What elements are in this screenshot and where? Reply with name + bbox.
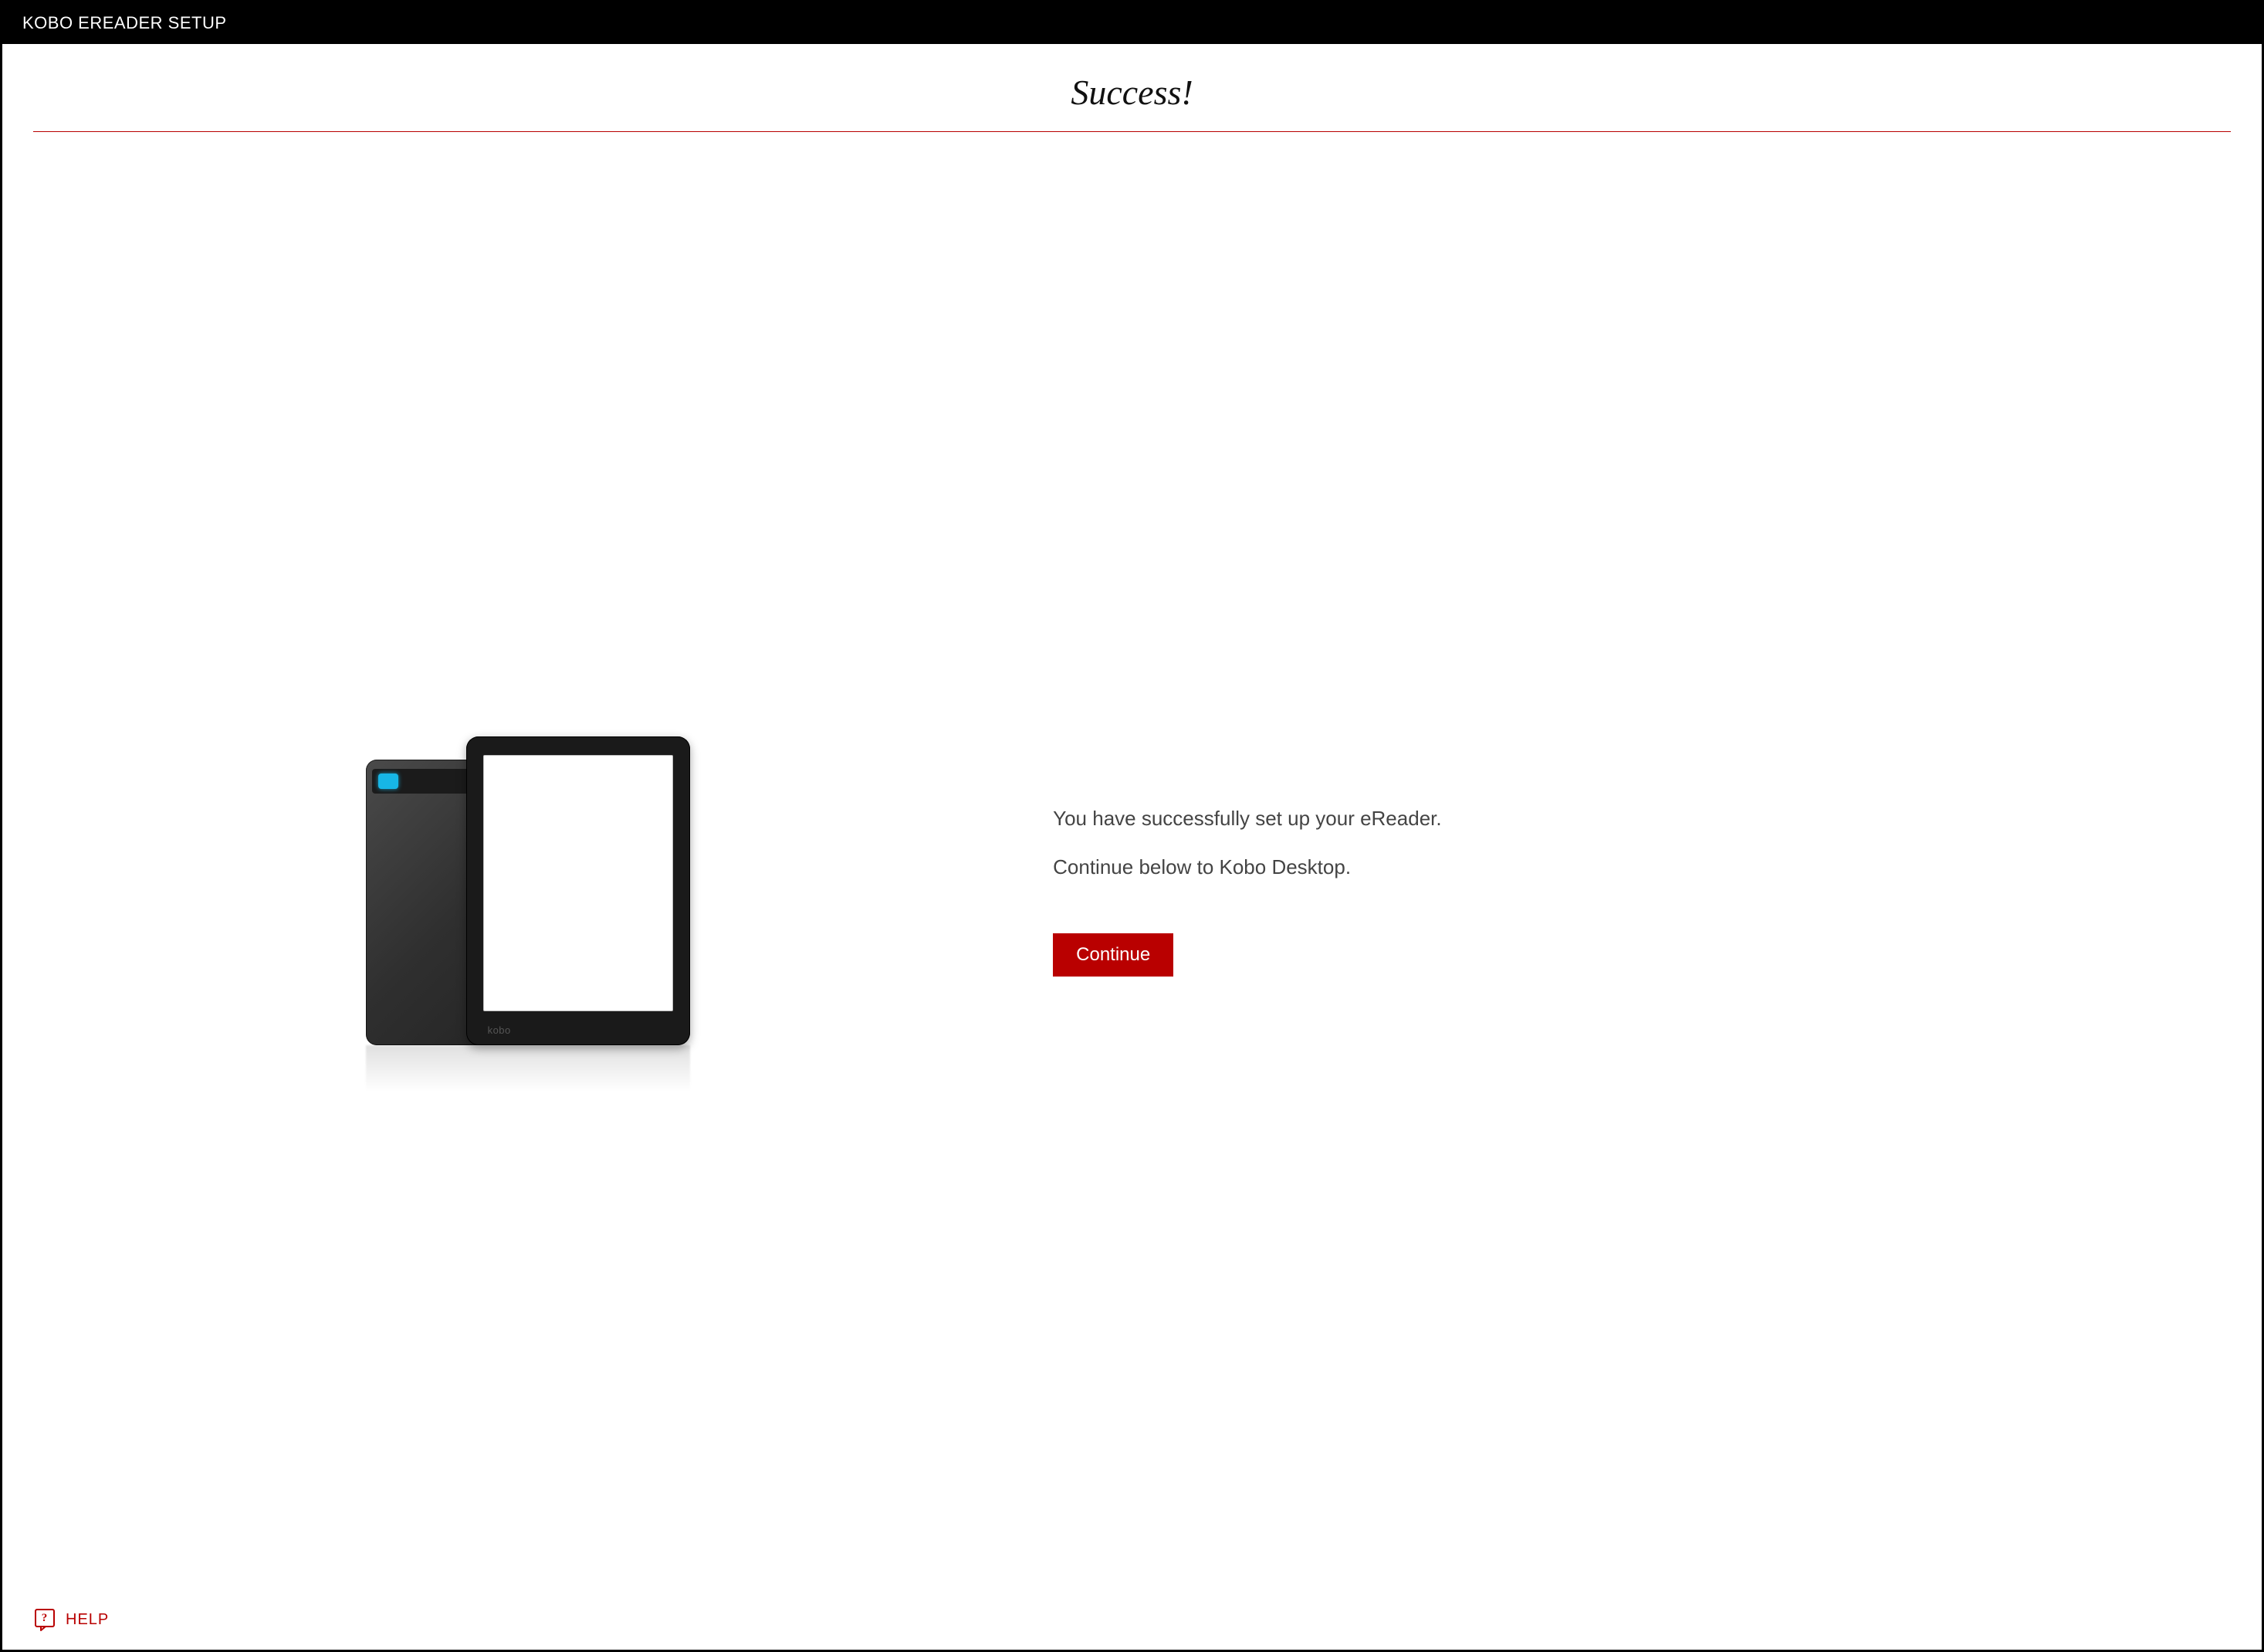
success-message-line1: You have successfully set up your eReade… <box>1053 805 2215 832</box>
ereader-front: kobo <box>466 736 690 1045</box>
help-link[interactable]: ? HELP <box>33 1608 109 1631</box>
titlebar-title: KOBO EREADER SETUP <box>22 13 227 32</box>
success-message-line2: Continue below to Kobo Desktop. <box>1053 854 2215 881</box>
ereader-illustration: kobo <box>366 736 690 1076</box>
columns: kobo You have successfully set up your e… <box>33 163 2231 1619</box>
content-area: Success! kobo You have successfull <box>2 44 2262 1650</box>
svg-text:?: ? <box>42 1612 49 1624</box>
page-title: Success! <box>33 72 2231 113</box>
reflection <box>366 1045 690 1092</box>
app-window: KOBO EREADER SETUP Success! kobo <box>0 0 2264 1652</box>
message-column: You have successfully set up your eReade… <box>1053 163 2231 1619</box>
device-illustration-column: kobo <box>33 163 1022 1619</box>
divider <box>33 131 2231 132</box>
continue-button[interactable]: Continue <box>1053 933 1173 977</box>
help-icon: ? <box>33 1608 56 1631</box>
ereader-brand-label: kobo <box>488 1024 511 1036</box>
help-label: HELP <box>66 1611 109 1629</box>
ereader-screen <box>483 755 673 1011</box>
titlebar: KOBO EREADER SETUP <box>2 2 2262 44</box>
power-button-icon <box>378 774 398 789</box>
